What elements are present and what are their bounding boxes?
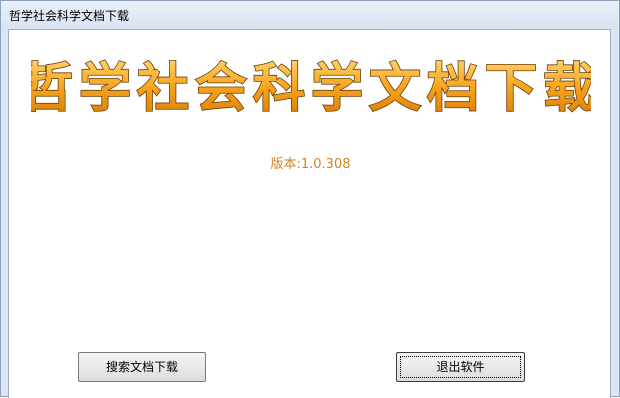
exit-button[interactable]: 退出软件 <box>396 352 525 382</box>
exit-button-label: 退出软件 <box>436 360 485 374</box>
banner-title: 哲学社会科学文档下载 <box>31 58 591 119</box>
banner-logo: 哲学社会科学文档下载 <box>31 57 591 120</box>
title-bar[interactable]: 哲学社会科学文档下载 <box>1 1 619 29</box>
window-title: 哲学社会科学文档下载 <box>9 9 130 23</box>
client-area: 哲学社会科学文档下载 版本:1.0.308 搜索文档下载 退出软件 <box>8 29 611 398</box>
app-banner: 哲学社会科学文档下载 <box>9 48 612 128</box>
version-label: 版本:1.0.308 <box>270 157 351 172</box>
app-window: 哲学社会科学文档下载 哲学社会科学文档下载 版本:1.0.308 搜索文档下载 … <box>0 0 620 398</box>
search-download-button[interactable]: 搜索文档下载 <box>78 352 206 382</box>
